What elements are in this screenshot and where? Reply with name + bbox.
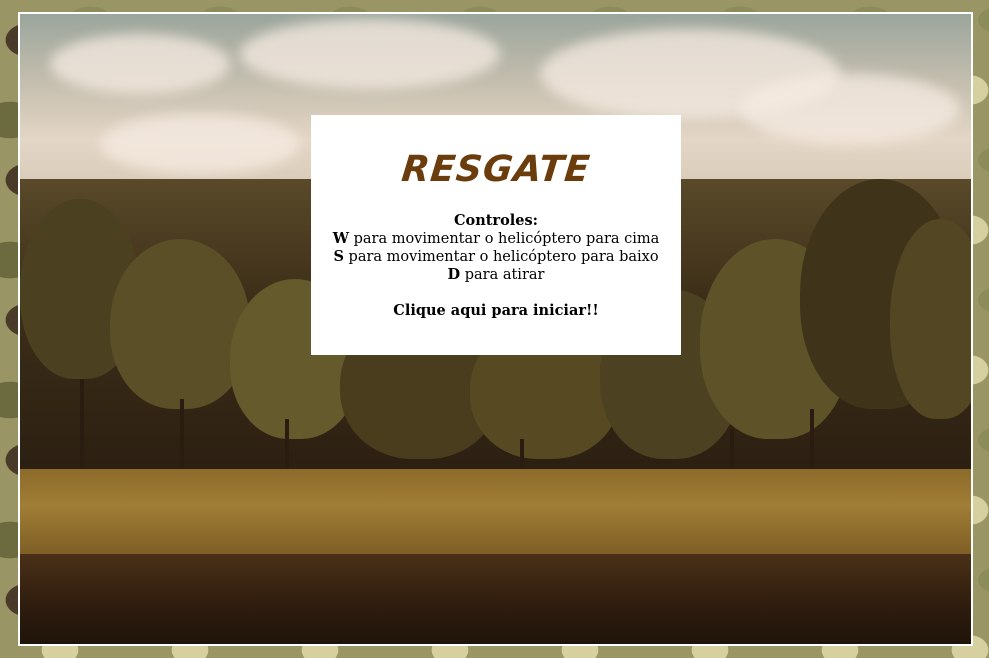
meadow [20, 469, 971, 559]
ground [20, 554, 971, 644]
game-title: RESGATE [399, 149, 593, 190]
control-description: para movimentar o helicóptero para cima [348, 231, 660, 247]
game-canvas[interactable]: RESGATE Controles: W para movimentar o h… [18, 12, 973, 646]
start-panel[interactable]: RESGATE Controles: W para movimentar o h… [311, 115, 681, 355]
controls-instructions: Controles: W para movimentar o helicópte… [311, 212, 681, 284]
control-line-w: W para movimentar o helicóptero para cim… [311, 230, 681, 248]
control-key: W [332, 230, 349, 247]
control-key: S [333, 248, 344, 265]
control-key: D [447, 266, 461, 283]
control-description: para atirar [460, 267, 545, 283]
control-line-d: D para atirar [311, 266, 681, 284]
controls-heading: Controles: [453, 212, 538, 229]
start-game-link[interactable]: Clique aqui para iniciar!! [311, 302, 681, 319]
control-description: para movimentar o helicóptero para baixo [343, 249, 659, 265]
control-line-s: S para movimentar o helicóptero para bai… [311, 248, 681, 266]
